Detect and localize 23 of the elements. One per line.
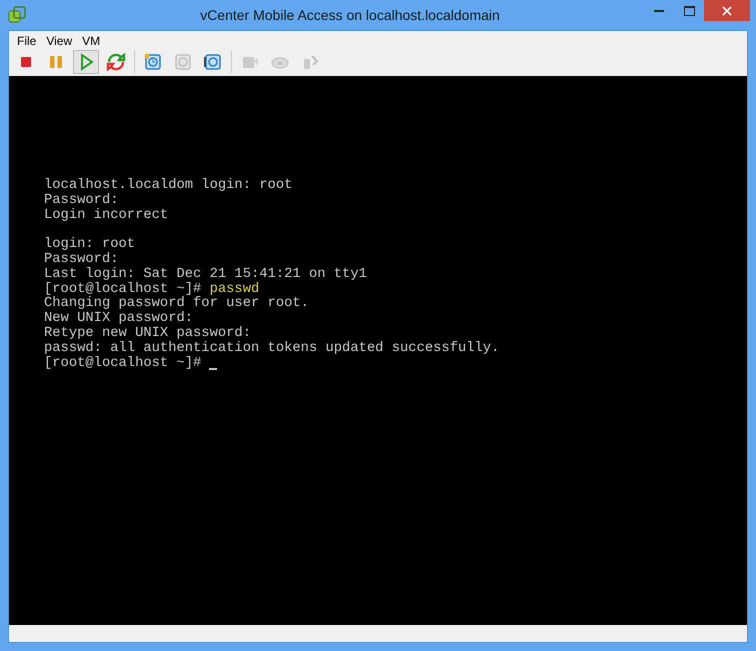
app-logo-icon bbox=[8, 6, 26, 24]
console-line: localhost.localdom login: root bbox=[44, 179, 292, 193]
refresh-icon bbox=[106, 52, 126, 72]
console-line: Retype new UNIX password: bbox=[44, 326, 251, 341]
console-line: New UNIX password: bbox=[44, 312, 194, 326]
console-line: login: root bbox=[44, 238, 136, 252]
close-icon bbox=[722, 6, 732, 16]
minimize-icon bbox=[654, 9, 664, 12]
console-line: passwd: all authentication tokens updated successfully. bbox=[44, 342, 500, 356]
maximize-icon bbox=[684, 6, 694, 16]
shell-prompt: [root@localhost ~]# bbox=[44, 282, 202, 297]
typed-command: passwd bbox=[210, 282, 260, 297]
console-line: Password: bbox=[44, 194, 119, 208]
console-line: Password: bbox=[44, 252, 119, 267]
menu-item[interactable]: File bbox=[13, 33, 40, 49]
menu-item[interactable]: VM bbox=[78, 33, 104, 49]
window-title: vCenter Mobile Access on localhost.localdomain bbox=[199, 7, 501, 23]
console-line: Changing password for user root. bbox=[44, 297, 309, 312]
menu-item[interactable]: View bbox=[42, 33, 76, 49]
shell-prompt: [root@localhost ~]# bbox=[44, 356, 202, 372]
console-line: Last login: Sat Dec 21 15:41:21 on tty1 bbox=[44, 268, 367, 282]
console-line: Login incorrect bbox=[44, 208, 168, 224]
close-button[interactable] bbox=[704, 0, 750, 21]
